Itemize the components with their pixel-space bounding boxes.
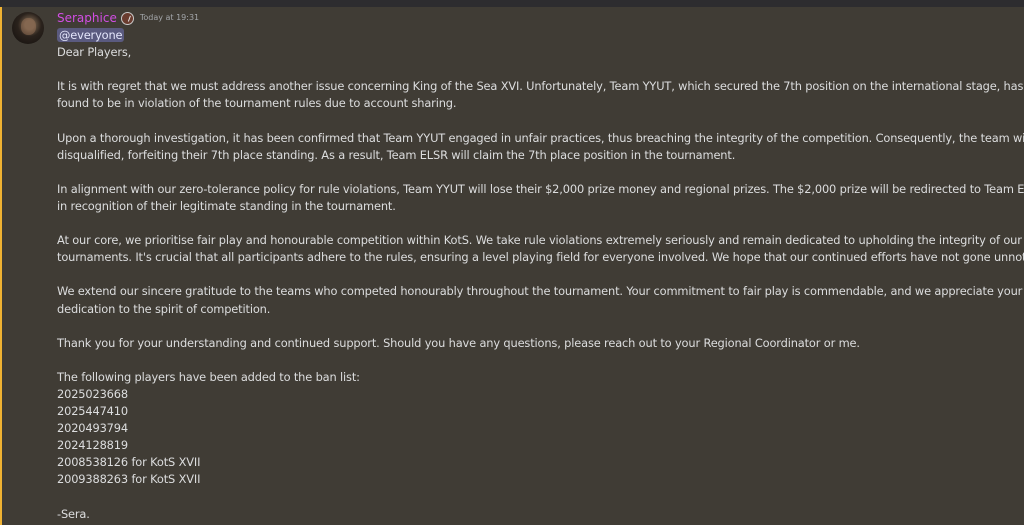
banlist-item: 2020493794 (57, 421, 128, 436)
username[interactable]: Seraphice (57, 11, 117, 25)
paragraph-1-line-1: It is with regret that we must address a… (57, 79, 1024, 94)
everyone-mention[interactable]: @everyone (57, 28, 125, 42)
banlist-item: 2024128819 (57, 438, 128, 453)
greeting: Dear Players, (57, 45, 132, 60)
banlist-item: 2009388263 for KotS XVII (57, 472, 201, 487)
signoff: -Sera. (57, 506, 90, 521)
paragraph-6: Thank you for your understanding and con… (57, 335, 860, 350)
role-badge-icon[interactable] (120, 11, 134, 25)
paragraph-3-line-2: in recognition of their legitimate stand… (57, 198, 396, 213)
banlist-intro: The following players have been added to… (57, 369, 360, 384)
message-content: @everyone Dear Players, It is with regre… (57, 27, 1024, 523)
paragraph-5-line-1: We extend our sincere gratitude to the t… (57, 284, 1023, 299)
banlist-item: 2025023668 (57, 386, 128, 401)
message-header: Seraphice Today at 19:31 (57, 11, 199, 25)
mention-line: @everyone (57, 27, 1007, 44)
avatar[interactable] (12, 12, 44, 44)
paragraph-2-line-1: Upon a thorough investigation, it has be… (57, 130, 1024, 145)
paragraph-4-line-1: At our core, we prioritise fair play and… (57, 233, 1022, 248)
timestamp[interactable]: Today at 19:31 (140, 11, 199, 25)
paragraph-3-line-1: In alignment with our zero-tolerance pol… (57, 181, 1024, 196)
paragraph-4-line-2: tournaments. It's crucial that all parti… (57, 250, 1024, 265)
paragraph-5-line-2: dedication to the spirit of competition. (57, 301, 271, 316)
paragraph-1-line-2: found to be in violation of the tourname… (57, 96, 457, 111)
banlist-item: 2008538126 for KotS XVII (57, 455, 201, 470)
top-bar (0, 0, 1024, 7)
chat-message: Seraphice Today at 19:31 @everyone Dear … (0, 7, 1024, 525)
paragraph-2-line-2: disqualified, forfeiting their 7th place… (57, 147, 736, 162)
banlist-item: 2025447410 (57, 404, 128, 419)
